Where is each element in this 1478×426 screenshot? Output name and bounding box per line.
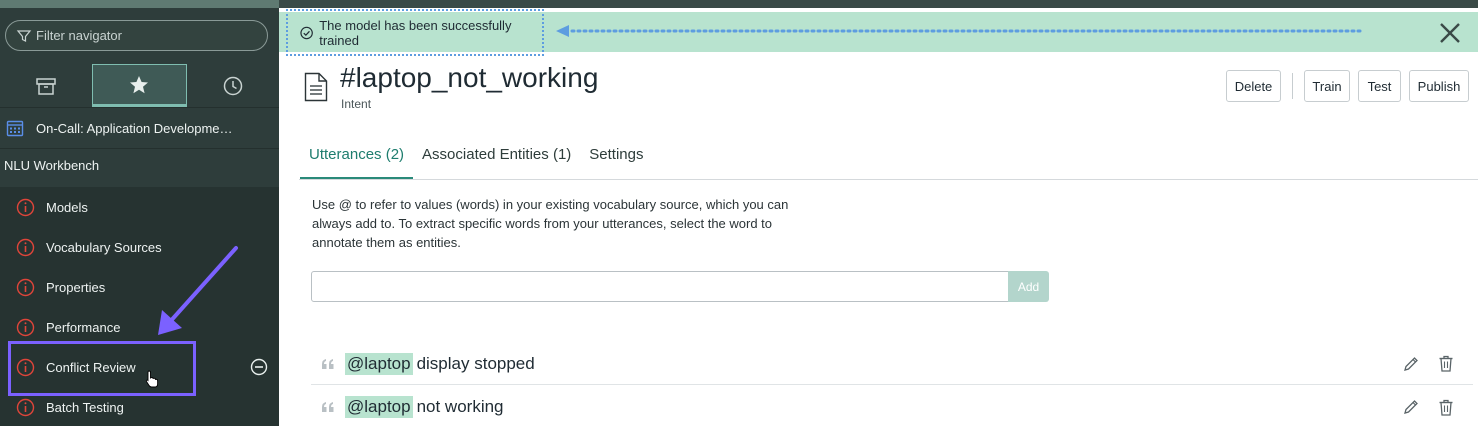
utterance-help-text: Use @ to refer to values (words) in your… (312, 197, 789, 250)
sidebar-item-label: Vocabulary Sources (46, 239, 162, 255)
info-icon (16, 278, 35, 296)
button-divider (1292, 73, 1293, 99)
tab-history[interactable] (187, 64, 279, 107)
sidebar-item-label: Batch Testing (46, 399, 124, 415)
document-icon (304, 72, 328, 102)
tab-utterances[interactable]: Utterances (2) (300, 136, 414, 180)
intent-tabs: Utterances (2) Associated Entities (1) S… (300, 136, 652, 180)
utterance-row: @laptop display stopped (311, 343, 1473, 385)
tabs-divider (299, 179, 1478, 180)
sidebar-item-batch-testing[interactable]: Batch Testing (0, 387, 279, 426)
remove-favorite-icon[interactable] (250, 358, 268, 376)
navigator-sidebar: On-Call: Application Developme… NLU Work… (0, 0, 279, 426)
pencil-icon[interactable] (1403, 356, 1419, 372)
oncall-application-label: On-Call: Application Developme… (36, 120, 233, 136)
add-utterance-button[interactable]: Add (1008, 271, 1049, 302)
sidebar-item-conflict-review[interactable]: Conflict Review (0, 347, 279, 387)
sidebar-top-strip (0, 0, 279, 8)
delete-button[interactable]: Delete (1226, 70, 1281, 102)
trash-icon[interactable] (1438, 399, 1454, 416)
sidebar-item-label: Models (46, 199, 88, 215)
check-circle-icon (300, 26, 313, 39)
publish-button[interactable]: Publish (1409, 70, 1469, 102)
utterance-input[interactable] (311, 271, 1009, 302)
utterance-text[interactable]: not working (417, 397, 504, 417)
calendar-icon (6, 120, 24, 137)
tab-settings[interactable]: Settings (580, 136, 652, 180)
trash-icon[interactable] (1438, 355, 1454, 372)
page-title: #laptop_not_working (340, 62, 599, 93)
filter-navigator-field[interactable] (5, 20, 268, 51)
sidebar-item-label: Performance (46, 319, 121, 335)
info-icon (16, 318, 35, 336)
train-button[interactable]: Train (1304, 70, 1350, 102)
mouse-pointer-icon (145, 370, 159, 388)
oncall-application-item[interactable]: On-Call: Application Developme… (0, 108, 279, 149)
entity-annotation[interactable]: @laptop (345, 396, 413, 418)
tab-all-applications[interactable] (0, 64, 92, 107)
tab-favorites[interactable] (92, 64, 187, 107)
sidebar-item-label: Properties (46, 279, 106, 295)
test-button[interactable]: Test (1358, 70, 1401, 102)
close-icon[interactable] (1438, 22, 1462, 44)
toast-message-box: The model has been successfully trained (286, 9, 544, 56)
tab-associated-entities[interactable]: Associated Entities (1) (413, 136, 580, 180)
page-subtitle: Intent (341, 97, 372, 111)
entity-annotation[interactable]: @laptop (345, 352, 413, 375)
sidebar-item-models[interactable]: Models (0, 187, 279, 227)
main-top-strip (279, 0, 1478, 8)
nlu-workbench-section-title[interactable]: NLU Workbench (4, 158, 99, 173)
pencil-icon[interactable] (1403, 399, 1419, 415)
sidebar-item-label: Conflict Review (46, 359, 136, 375)
quote-icon (322, 402, 334, 412)
filter-navigator-input[interactable] (36, 28, 256, 43)
utterance-text[interactable]: display stopped (417, 354, 535, 374)
toast-message: The model has been successfully trained (319, 17, 512, 48)
quote-icon (322, 358, 334, 369)
utterance-row: @laptop not working (311, 386, 1473, 426)
filter-icon (16, 29, 32, 42)
star-icon (130, 75, 149, 93)
archive-icon (36, 77, 56, 95)
annotation-arrow-icon (158, 246, 238, 335)
navigator-tabs (0, 64, 279, 108)
clock-icon (223, 76, 243, 95)
info-icon (16, 238, 35, 256)
info-icon (16, 398, 35, 416)
info-icon (16, 198, 35, 216)
info-icon (16, 358, 35, 376)
annotation-dotted-arrow-icon (556, 25, 1362, 37)
